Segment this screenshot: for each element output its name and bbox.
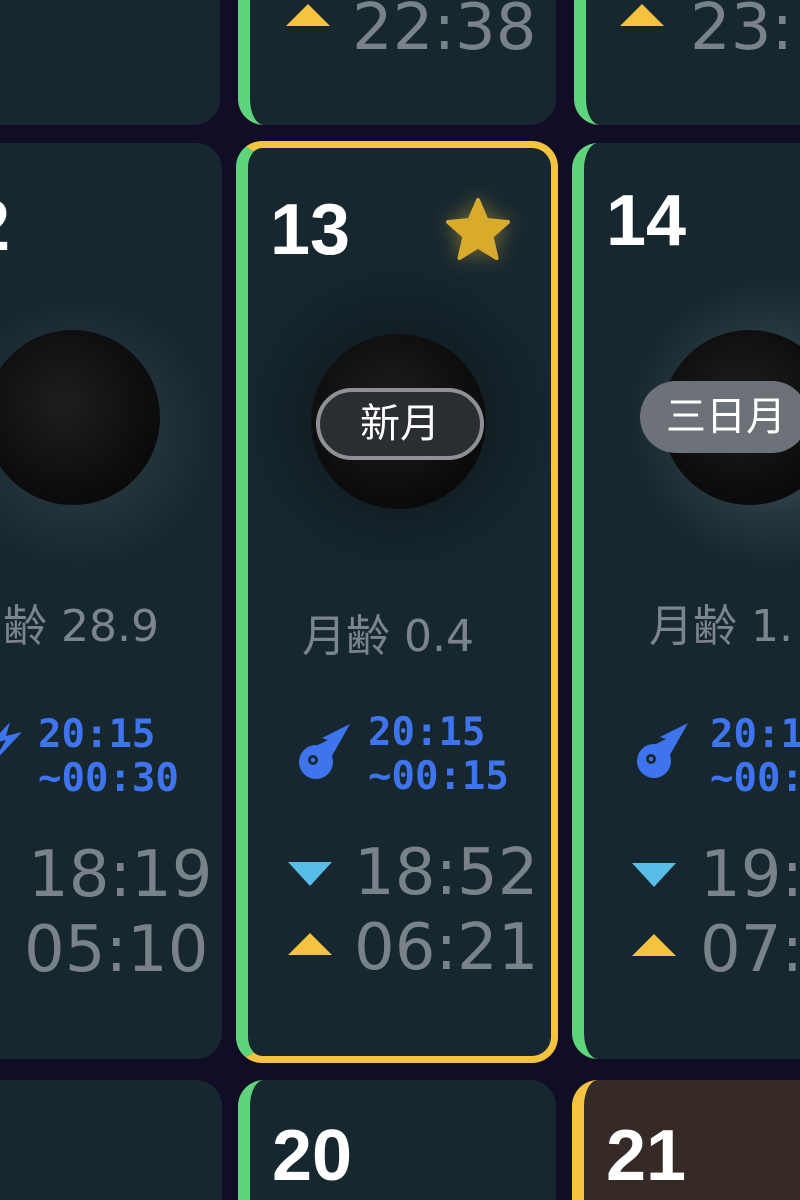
day-card-19[interactable]: 9: [0, 1080, 222, 1200]
moonset-time: 18:19: [28, 838, 213, 912]
moonrise-icon: [620, 4, 664, 26]
meteor-icon: [299, 724, 350, 779]
meteor-shower-time: 20:1 ~00:: [710, 712, 800, 801]
moon-age: 齢 28.9: [3, 601, 159, 652]
day-card-21[interactable]: 21: [572, 1080, 800, 1200]
day-card-13[interactable]: 13 新月 月齢 0.4 20:15 ~00:15 18:52 06:21: [236, 141, 558, 1063]
moonset-time: 19:2: [700, 838, 800, 912]
moonrise-icon: [632, 934, 676, 956]
day-card-12[interactable]: 2 齢 28.9 20:15 ~00:30 18:19 05:10: [0, 143, 222, 1059]
moonrise-time: 23:1: [690, 0, 800, 65]
moon-phase-label: 三日月: [640, 381, 800, 453]
day-card-top-left[interactable]: [0, 0, 220, 125]
day-number: 14: [606, 181, 687, 261]
moonrise-icon: [286, 4, 330, 26]
moon-age: 月齢 1.: [649, 601, 793, 652]
moon-phase-label: 新月: [316, 388, 484, 460]
star-icon: [446, 198, 510, 260]
moonset-time: 18:52: [354, 836, 539, 910]
day-card-top-center[interactable]: 22:38: [238, 0, 556, 125]
meteor-icon: [0, 722, 22, 756]
meteor-icon: [637, 723, 688, 778]
day-number: 2: [0, 190, 10, 262]
moon-age: 月齢 0.4: [302, 611, 474, 662]
day-card-top-right[interactable]: 23:1: [574, 0, 800, 125]
day-number: 21: [606, 1116, 687, 1196]
day-number: 13: [270, 190, 351, 270]
moonrise-time: 07:2: [700, 913, 800, 987]
day-card-14[interactable]: 14 三日月 月齢 1. 20:1 ~00: 19:2 07:2: [572, 143, 800, 1059]
day-number: 20: [272, 1116, 353, 1196]
moonrise-time: 06:21: [354, 911, 539, 985]
moonrise-time: 22:38: [352, 0, 537, 65]
meteor-shower-time: 20:15 ~00:30: [38, 712, 179, 801]
moonset-icon: [288, 862, 332, 886]
moonrise-time: 05:10: [24, 913, 209, 987]
moonset-icon: [632, 863, 676, 887]
meteor-shower-time: 20:15 ~00:15: [368, 710, 509, 799]
moonrise-icon: [288, 933, 332, 955]
day-card-20[interactable]: 20: [238, 1080, 556, 1200]
calendar-grid: 22:38 23:1 2 齢 28.9 20:15 ~00:30 18:19 0…: [0, 0, 800, 1200]
